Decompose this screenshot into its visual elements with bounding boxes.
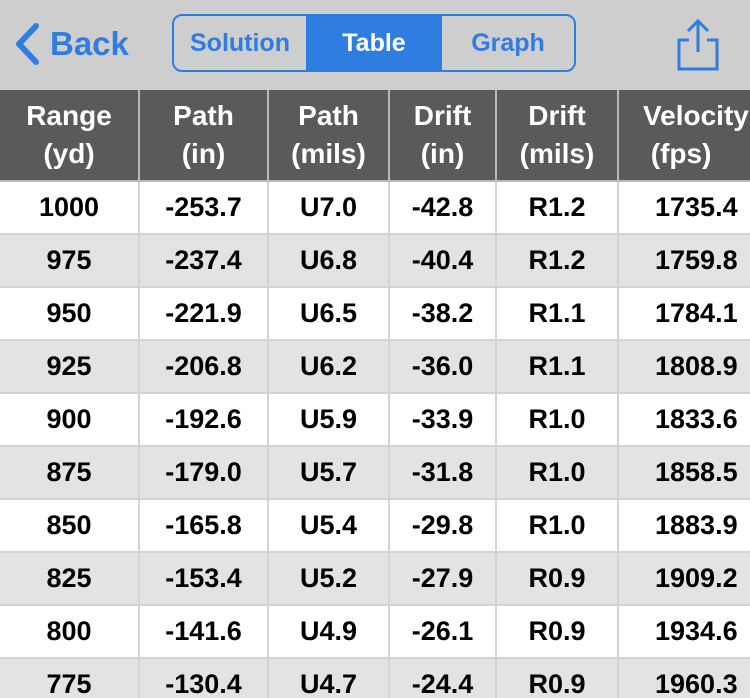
table-cell: 1833.6 [617, 393, 750, 447]
table-cell: U4.9 [267, 605, 390, 659]
table-cell: 775 [0, 658, 140, 698]
table-cell: 900 [0, 393, 140, 447]
table-cell: 875 [0, 446, 140, 500]
table-cell: 1883.9 [617, 499, 750, 553]
table-cell: -153.4 [138, 552, 269, 606]
view-segmented-control: Solution Table Graph [172, 14, 576, 72]
table-cell: -24.4 [388, 658, 497, 698]
table-row: 800 -141.6 U4.9 -26.1 R0.9 1934.6 [0, 605, 750, 659]
segment-table[interactable]: Table [306, 16, 440, 70]
table-cell: 975 [0, 234, 140, 288]
table-row: 900 -192.6 U5.9 -33.9 R1.0 1833.6 [0, 393, 750, 447]
header-drift-mils: Drift (mils) [495, 90, 619, 182]
table-cell: 1808.9 [617, 340, 750, 394]
table-row: 875 -179.0 U5.7 -31.8 R1.0 1858.5 [0, 446, 750, 500]
table-cell: R1.0 [495, 446, 619, 500]
table-cell: U5.9 [267, 393, 390, 447]
table-row: 1000 -253.7 U7.0 -42.8 R1.2 1735.4 [0, 181, 750, 235]
table-cell: -26.1 [388, 605, 497, 659]
table-cell: R0.9 [495, 605, 619, 659]
table-cell: -179.0 [138, 446, 269, 500]
table-cell: 1784.1 [617, 287, 750, 341]
header-drift-in: Drift (in) [388, 90, 497, 182]
table-cell: R1.2 [495, 234, 619, 288]
segment-graph[interactable]: Graph [440, 16, 574, 70]
table-cell: -27.9 [388, 552, 497, 606]
table-row: 850 -165.8 U5.4 -29.8 R1.0 1883.9 [0, 499, 750, 553]
ballistics-table: Range (yd) Path (in) Path (mils) Drift (in) … [0, 90, 750, 698]
table-cell: -192.6 [138, 393, 269, 447]
table-cell: -40.4 [388, 234, 497, 288]
table-row: 775 -130.4 U4.7 -24.4 R0.9 1960.3 [0, 658, 750, 698]
table-cell: U6.5 [267, 287, 390, 341]
table-cell: R1.2 [495, 181, 619, 235]
header-path-mils: Path (mils) [267, 90, 390, 182]
table-cell: 950 [0, 287, 140, 341]
table-cell: -165.8 [138, 499, 269, 553]
table-cell: U6.8 [267, 234, 390, 288]
back-button[interactable]: Back [14, 22, 129, 66]
table-cell: U5.4 [267, 499, 390, 553]
chevron-left-icon [16, 23, 39, 65]
table-cell: -38.2 [388, 287, 497, 341]
table-cell: 1759.8 [617, 234, 750, 288]
header-velocity: Velocity (fps) [617, 90, 750, 182]
table-cell: R1.1 [495, 340, 619, 394]
table-row: 825 -153.4 U5.2 -27.9 R0.9 1909.2 [0, 552, 750, 606]
header-path-in: Path (in) [138, 90, 269, 182]
table-header-row: Range (yd) Path (in) Path (mils) Drift (in) … [0, 90, 750, 182]
share-icon[interactable] [676, 18, 720, 72]
table-cell: 850 [0, 499, 140, 553]
table-cell: -221.9 [138, 287, 269, 341]
table-cell: R0.9 [495, 658, 619, 698]
table-cell: 1735.4 [617, 181, 750, 235]
table-cell: R1.0 [495, 393, 619, 447]
table-row: 950 -221.9 U6.5 -38.2 R1.1 1784.1 [0, 287, 750, 341]
table-cell: -33.9 [388, 393, 497, 447]
table-cell: U6.2 [267, 340, 390, 394]
table-row: 925 -206.8 U6.2 -36.0 R1.1 1808.9 [0, 340, 750, 394]
table-cell: U5.7 [267, 446, 390, 500]
ballistics-table-container[interactable]: Range (yd) Path (in) Path (mils) Drift (in) … [0, 90, 750, 698]
table-cell: U4.7 [267, 658, 390, 698]
table-cell: 1858.5 [617, 446, 750, 500]
table-cell: R0.9 [495, 552, 619, 606]
table-cell: -36.0 [388, 340, 497, 394]
table-cell: -206.8 [138, 340, 269, 394]
table-cell: 1960.3 [617, 658, 750, 698]
table-cell: -253.7 [138, 181, 269, 235]
table-cell: -31.8 [388, 446, 497, 500]
table-cell: -42.8 [388, 181, 497, 235]
table-cell: U7.0 [267, 181, 390, 235]
table-cell: R1.1 [495, 287, 619, 341]
table-cell: U5.2 [267, 552, 390, 606]
table-row: 975 -237.4 U6.8 -40.4 R1.2 1759.8 [0, 234, 750, 288]
segment-solution[interactable]: Solution [174, 16, 306, 70]
table-cell: -237.4 [138, 234, 269, 288]
table-cell: -130.4 [138, 658, 269, 698]
table-cell: 825 [0, 552, 140, 606]
header-range: Range (yd) [0, 90, 140, 182]
table-cell: -29.8 [388, 499, 497, 553]
table-cell: 1909.2 [617, 552, 750, 606]
table-cell: -141.6 [138, 605, 269, 659]
table-cell: 1934.6 [617, 605, 750, 659]
table-cell: 800 [0, 605, 140, 659]
back-label: Back [50, 25, 129, 62]
table-cell: R1.0 [495, 499, 619, 553]
table-cell: 1000 [0, 181, 140, 235]
table-cell: 925 [0, 340, 140, 394]
navigation-bar: Back Solution Table Graph [0, 0, 750, 90]
